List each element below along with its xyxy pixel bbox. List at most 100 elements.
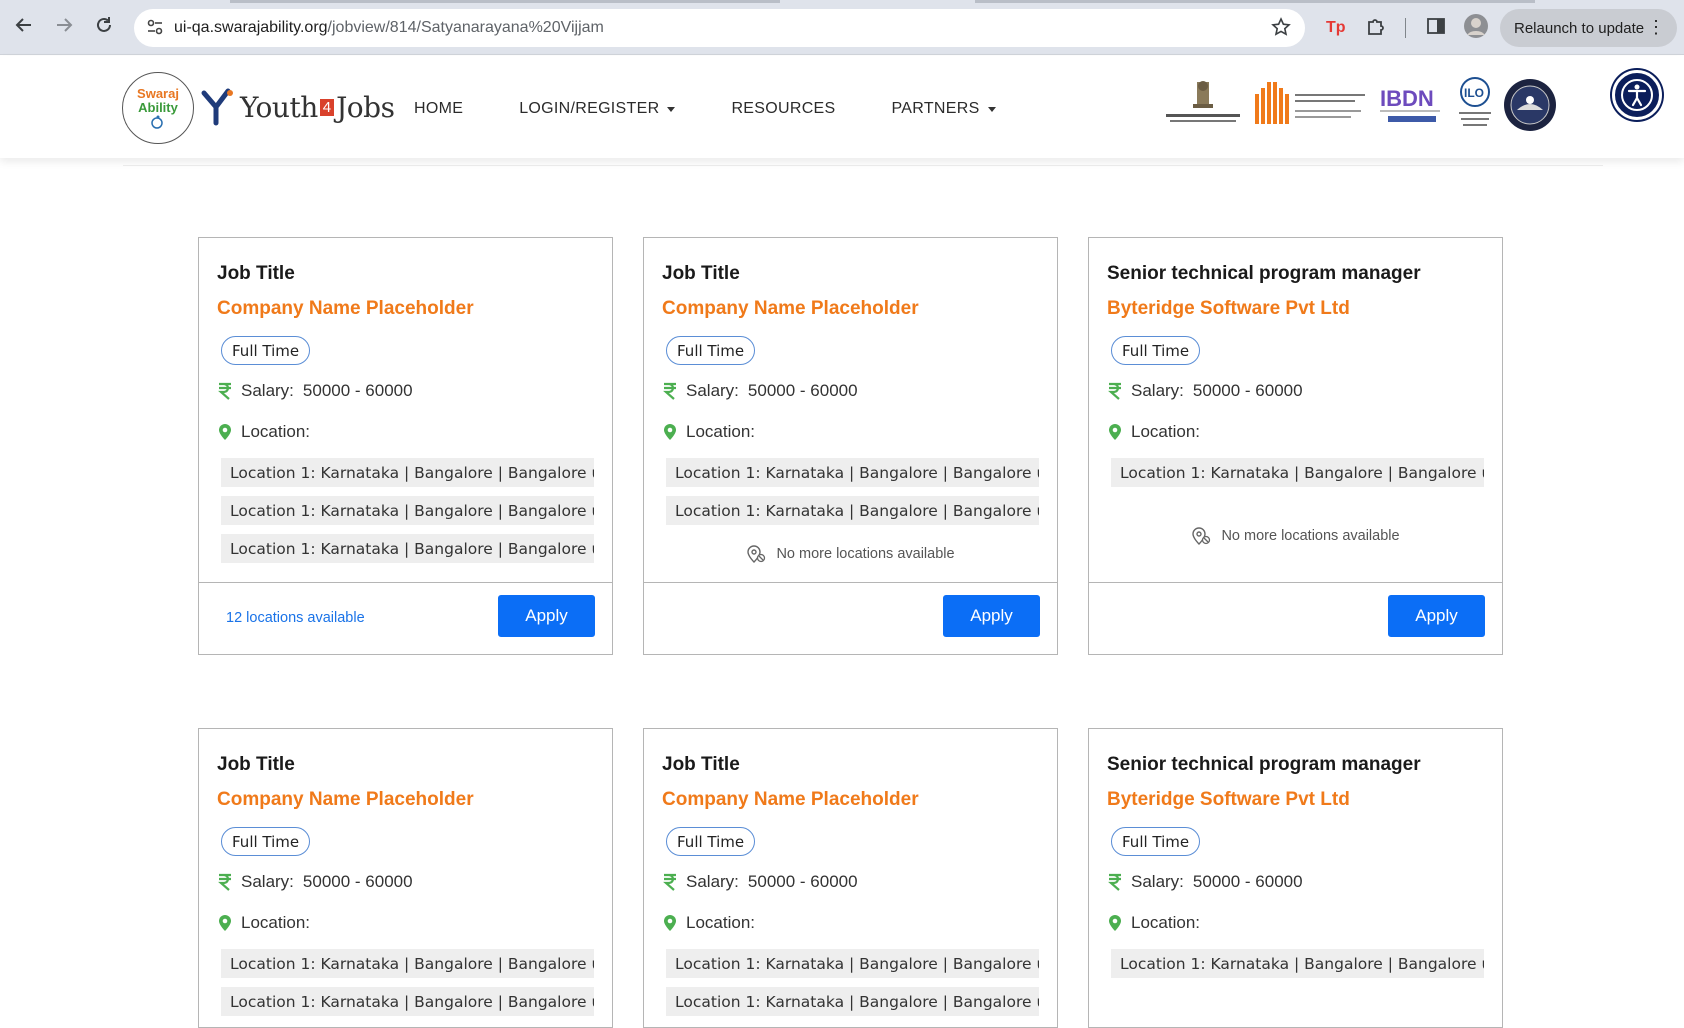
- location-chip: Location 1: Karnataka | Bangalore | Bang…: [221, 949, 594, 978]
- relaunch-button[interactable]: Relaunch to update ⋮: [1500, 9, 1677, 47]
- location-chip: Location 1: Karnataka | Bangalore | Bang…: [221, 458, 594, 487]
- location-chip: Location 1: Karnataka | Bangalore | Bang…: [1111, 949, 1484, 978]
- apply-button[interactable]: Apply: [498, 595, 595, 637]
- forward-arrow-icon[interactable]: [53, 14, 75, 36]
- job-card[interactable]: Job Title Company Name Placeholder Full Ti…: [198, 728, 613, 1028]
- side-panel-icon[interactable]: [1425, 15, 1447, 42]
- salary-value: 50000 - 60000: [1192, 381, 1303, 400]
- logo-line2: Ability: [138, 100, 178, 115]
- brand-jobs: Jobs: [336, 90, 395, 124]
- accessibility-button[interactable]: [1612, 70, 1662, 120]
- nav-login-register[interactable]: LOGIN/REGISTER: [519, 100, 676, 118]
- salary-value: 50000 - 60000: [302, 872, 413, 891]
- psa-emblem-logo[interactable]: [1160, 80, 1246, 133]
- more-vert-icon[interactable]: ⋮: [1647, 17, 1665, 37]
- nav-resources-label: RESOURCES: [731, 100, 836, 117]
- salary-label: Salary:: [1131, 872, 1184, 891]
- nav-home-label: HOME: [414, 100, 464, 117]
- extension-tp-icon[interactable]: Tp: [1325, 15, 1347, 42]
- location-label: Location:: [686, 913, 755, 932]
- apply-button[interactable]: Apply: [1388, 595, 1485, 637]
- employment-type-badge: Full Time: [221, 336, 311, 365]
- tab-edge: [230, 0, 780, 3]
- company-name[interactable]: Company Name Placeholder: [217, 789, 474, 811]
- iit-hyderabad-logo[interactable]: [1253, 80, 1369, 133]
- company-name[interactable]: Company Name Placeholder: [662, 298, 919, 320]
- job-title[interactable]: Job Title: [217, 754, 295, 776]
- salary-value: 50000 - 60000: [747, 872, 858, 891]
- apply-button[interactable]: Apply: [943, 595, 1040, 637]
- y4j-figure-icon: [201, 88, 233, 126]
- job-card[interactable]: Senior technical program manager Byteridg…: [1088, 237, 1503, 655]
- ibdn-logo[interactable]: IBDN: [1378, 84, 1444, 131]
- employment-type-badge: Full Time: [666, 827, 756, 856]
- salary-label: Salary:: [241, 872, 294, 891]
- map-pin-icon: [662, 914, 678, 932]
- star-icon[interactable]: [1271, 17, 1291, 42]
- rupee-icon: [1107, 382, 1123, 400]
- nav-partners[interactable]: PARTNERS: [892, 100, 996, 118]
- job-title[interactable]: Senior technical program manager: [1107, 263, 1421, 285]
- company-name[interactable]: Company Name Placeholder: [217, 298, 474, 320]
- location-chip: Location 1: Karnataka | Bangalore | Bang…: [666, 949, 1039, 978]
- location-row: Location:: [217, 913, 310, 933]
- locations-available-link[interactable]: 12 locations available: [226, 610, 365, 626]
- url-path: /jobview/814/Satyanarayana%20Vijjam: [327, 19, 604, 36]
- back-arrow-icon[interactable]: [13, 14, 35, 36]
- location-row: Location:: [662, 422, 755, 442]
- brand-four: 4: [319, 98, 335, 116]
- swarajability-logo[interactable]: Swaraj Ability: [122, 72, 194, 144]
- nav-home[interactable]: HOME: [414, 100, 463, 118]
- browser-toolbar: ui-qa.swarajability.org/jobview/814/Saty…: [0, 0, 1684, 55]
- brand-youth: Youth: [240, 90, 318, 124]
- company-name[interactable]: Byteridge Software Pvt Ltd: [1107, 298, 1350, 320]
- card-footer: 12 locations available Apply: [199, 582, 612, 655]
- salary-row: Salary: 50000 - 60000: [217, 872, 413, 892]
- rupee-icon: [1107, 873, 1123, 891]
- location-chip: Location 1: Karnataka | Bangalore | Bang…: [666, 496, 1039, 525]
- location-label: Location:: [241, 422, 310, 441]
- location-label: Location:: [1131, 422, 1200, 441]
- nav-resources[interactable]: RESOURCES: [731, 100, 835, 118]
- salary-value: 50000 - 60000: [1192, 872, 1303, 891]
- job-card[interactable]: Job Title Company Name Placeholder Full Ti…: [643, 237, 1058, 655]
- job-card[interactable]: Senior technical program manager Byteridg…: [1088, 728, 1503, 1028]
- job-card[interactable]: Job Title Company Name Placeholder Full Ti…: [198, 237, 613, 655]
- address-bar[interactable]: ui-qa.swarajability.org/jobview/814/Saty…: [134, 9, 1305, 47]
- youth4jobs-logo[interactable]: Youth 4 Jobs: [200, 84, 395, 130]
- map-pin-icon: [217, 914, 233, 932]
- company-name[interactable]: Company Name Placeholder: [662, 789, 919, 811]
- tab-edge: [975, 0, 1535, 3]
- employment-type-badge: Full Time: [1111, 827, 1201, 856]
- profile-avatar-icon[interactable]: [1463, 13, 1489, 44]
- salary-row: Salary: 50000 - 60000: [217, 381, 413, 401]
- ilo-logo[interactable]: ILO: [1455, 76, 1495, 141]
- job-title[interactable]: Job Title: [662, 263, 740, 285]
- salary-label: Salary:: [686, 381, 739, 400]
- site-header: Swaraj Ability Youth 4 Jobs HOME LOGIN/R…: [0, 56, 1684, 158]
- map-pin-icon: [662, 423, 678, 441]
- header-underlay: [123, 158, 1603, 166]
- rupee-icon: [217, 382, 233, 400]
- job-title[interactable]: Job Title: [217, 263, 295, 285]
- puzzle-icon[interactable]: [1365, 15, 1387, 42]
- job-title[interactable]: Job Title: [662, 754, 740, 776]
- site-info-icon[interactable]: [146, 18, 164, 41]
- job-title[interactable]: Senior technical program manager: [1107, 754, 1421, 776]
- seal-logo[interactable]: [1503, 78, 1557, 137]
- location-off-icon: [747, 545, 766, 563]
- salary-row: Salary: 50000 - 60000: [1107, 872, 1303, 892]
- no-more-locations-text: No more locations available: [1221, 528, 1400, 544]
- salary-row: Salary: 50000 - 60000: [662, 381, 858, 401]
- salary-label: Salary:: [1131, 381, 1184, 400]
- company-name[interactable]: Byteridge Software Pvt Ltd: [1107, 789, 1350, 811]
- salary-label: Salary:: [686, 872, 739, 891]
- job-card[interactable]: Job Title Company Name Placeholder Full Ti…: [643, 728, 1058, 1028]
- location-chip: Location 1: Karnataka | Bangalore | Bang…: [221, 496, 594, 525]
- rupee-icon: [217, 873, 233, 891]
- url-text: ui-qa.swarajability.org/jobview/814/Saty…: [174, 19, 604, 37]
- nav-login-label: LOGIN/REGISTER: [519, 100, 660, 117]
- svg-text:ILO: ILO: [1464, 86, 1484, 100]
- reload-icon[interactable]: [93, 14, 115, 36]
- location-row: Location:: [1107, 422, 1200, 442]
